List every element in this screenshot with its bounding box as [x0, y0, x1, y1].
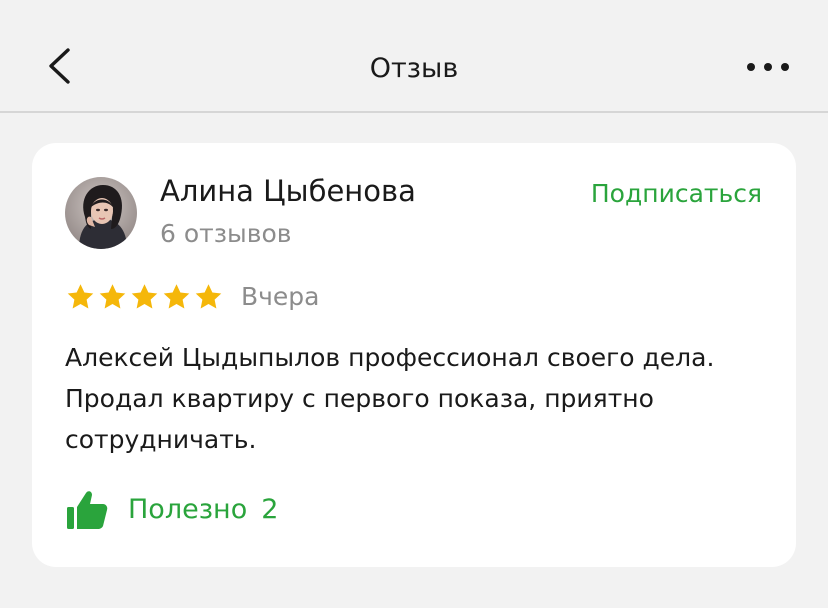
- review-text: Алексей Цыдыпылов профессионал своего де…: [65, 343, 715, 454]
- star-icon: [195, 284, 222, 309]
- page-title: Отзыв: [369, 53, 459, 84]
- useful-count: 2: [261, 494, 279, 525]
- author-name[interactable]: Алина Цыбенова: [160, 171, 416, 211]
- thumbs-up-icon: [67, 491, 108, 529]
- subscribe-button[interactable]: Подписаться: [591, 177, 762, 211]
- more-horizontal-icon: [747, 63, 789, 71]
- top-bar: Отзыв: [0, 0, 828, 113]
- review-date: Вчера: [241, 282, 320, 311]
- more-button[interactable]: [742, 52, 794, 82]
- avatar[interactable]: [65, 177, 137, 249]
- useful-button[interactable]: Полезно 2: [66, 488, 278, 532]
- avatar-photo: [65, 177, 137, 249]
- star-rating: [65, 282, 225, 312]
- author-reviews-count: 6 отзывов: [160, 219, 292, 248]
- star-icon: [163, 284, 190, 309]
- useful-label: Полезно: [128, 494, 248, 525]
- star-icon: [99, 284, 126, 309]
- star-icon: [131, 284, 158, 309]
- star-icon: [67, 284, 94, 309]
- review-card: Алина Цыбенова 6 отзывов Подписаться Вче…: [32, 143, 796, 567]
